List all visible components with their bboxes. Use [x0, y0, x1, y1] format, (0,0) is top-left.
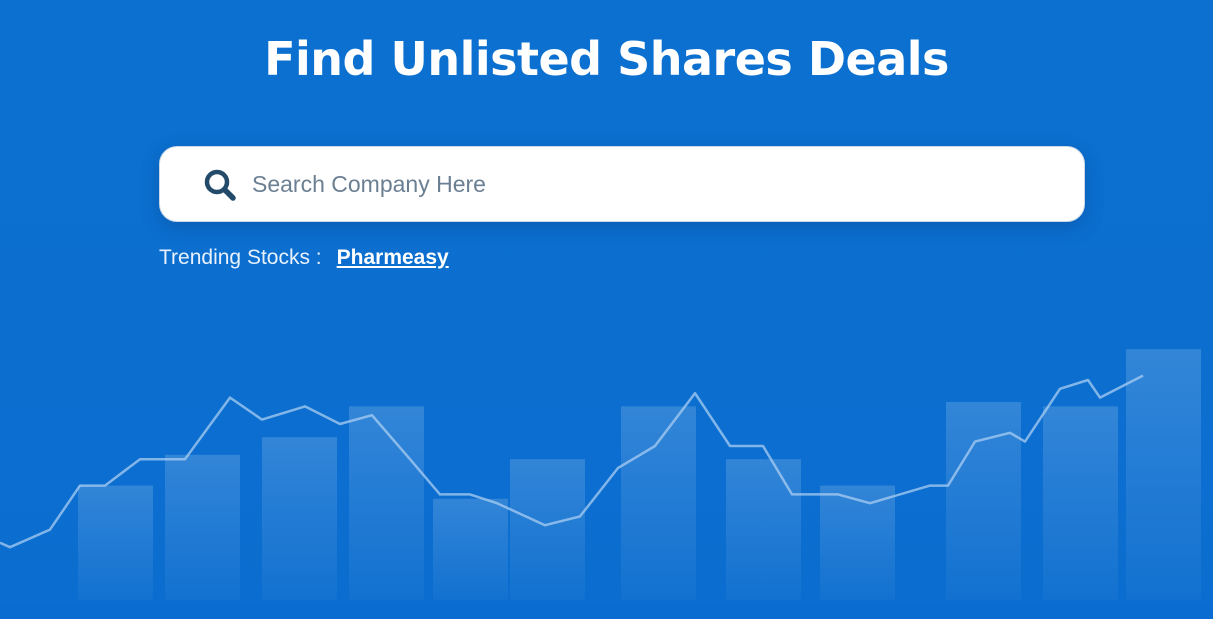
background-bar [726, 459, 801, 600]
background-bar [621, 406, 696, 600]
search-input[interactable] [250, 161, 1054, 207]
background-bar [820, 485, 895, 600]
background-bar [1126, 349, 1201, 600]
bottom-strip [0, 603, 1213, 619]
background-bar [1043, 406, 1118, 600]
background-bar [78, 485, 153, 600]
background-chart [0, 349, 1201, 600]
search-box[interactable] [159, 146, 1085, 222]
background-bar [510, 459, 585, 600]
page-title: Find Unlisted Shares Deals [264, 32, 949, 86]
hero-section: Find Unlisted Shares Deals Trending Stoc… [0, 0, 1213, 619]
background-bar [349, 406, 424, 600]
trending-label: Trending Stocks : [159, 246, 322, 269]
trending-stocks: Trending Stocks : Pharmeasy [159, 246, 449, 270]
background-bar [433, 498, 508, 600]
background-bar [165, 454, 240, 600]
background-bar [262, 437, 337, 600]
trending-link-pharmeasy[interactable]: Pharmeasy [337, 246, 449, 270]
search-icon[interactable] [202, 167, 238, 203]
